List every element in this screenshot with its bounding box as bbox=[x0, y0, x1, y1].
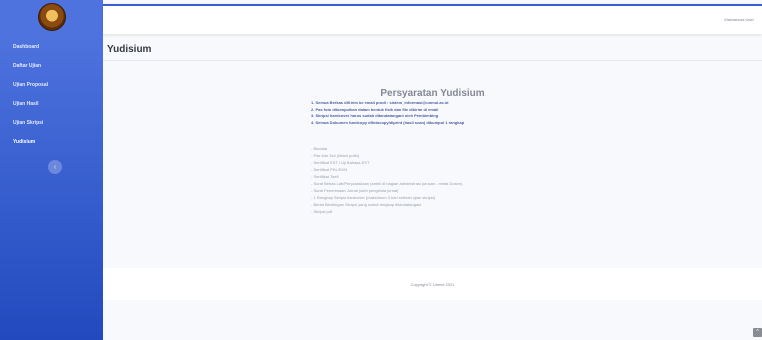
chevron-left-icon: ‹ bbox=[53, 163, 57, 171]
sidebar-toggle-button[interactable]: ‹ bbox=[48, 160, 62, 174]
copyright-text: Copyright © Unmul 2021 bbox=[410, 282, 455, 287]
sidebar-item-dashboard[interactable]: Dashboard bbox=[0, 38, 103, 57]
scroll-to-top-button[interactable]: ^ bbox=[753, 328, 762, 337]
title-divider bbox=[103, 60, 762, 61]
document-item: - Berita Bimbingan Skripsi yang sudah le… bbox=[311, 202, 422, 207]
university-logo bbox=[37, 3, 66, 31]
footer: Copyright © Unmul 2021 bbox=[103, 268, 762, 300]
sidebar-item-ujian-hasil[interactable]: Ujian Hasil bbox=[0, 95, 103, 114]
document-item: - Surat Penerimaan Jurnal (oleh pengelol… bbox=[311, 188, 399, 193]
sidebar-item-daftar-ujian[interactable]: Daftar Ujian bbox=[0, 57, 103, 76]
document-item: - Sertifikat EST / Uji Bahasa EST bbox=[311, 160, 370, 165]
sidebar-brand[interactable] bbox=[0, 0, 103, 34]
document-item: - Surat Bebas Lab/Perpustakaan (ambil di… bbox=[311, 181, 463, 186]
sidebar-item-yudisium[interactable]: Yudisium bbox=[0, 133, 103, 152]
rule-item: 4. Semua Dokumen hardcopy difotocopy/dip… bbox=[311, 119, 465, 125]
sidebar-item-ujian-proposal[interactable]: Ujian Proposal bbox=[0, 76, 103, 95]
document-item: - 1 Rangkap Skripsi hardcover (maksimum … bbox=[311, 195, 436, 200]
sidebar: Dashboard Daftar Ujian Ujian Proposal Uj… bbox=[0, 0, 103, 340]
document-item: - Skripsi pdf bbox=[311, 209, 333, 214]
user-dropdown[interactable]: Mahasiswa User bbox=[724, 17, 754, 22]
sidebar-nav: Dashboard Daftar Ujian Ujian Proposal Uj… bbox=[0, 38, 103, 152]
document-item: - Pas foto 3x4 (hitam putih) bbox=[311, 153, 360, 158]
document-item: - Sertifikat Toefl bbox=[311, 174, 339, 179]
required-documents-list: - Biodata - Pas foto 3x4 (hitam putih) -… bbox=[311, 145, 462, 215]
sidebar-item-ujian-skripsi[interactable]: Ujian Skripsi bbox=[0, 114, 103, 133]
document-item: - Biodata bbox=[311, 146, 328, 151]
requirements-rules-list: 1. Semua Berkas diKirim ke email prodi :… bbox=[311, 100, 464, 126]
requirements-card: Persyaratan Yudisium 1. Semua Berkas diK… bbox=[103, 70, 762, 265]
topbar: Mahasiswa User bbox=[103, 4, 762, 34]
document-item: - Sertifikat PKL/KKN bbox=[311, 167, 348, 172]
chevron-up-icon: ^ bbox=[756, 329, 759, 335]
page-title: Yudisium bbox=[107, 44, 152, 55]
requirements-heading: Persyaratan Yudisium bbox=[380, 88, 485, 99]
rule-item: 1. Semua Berkas diKirim ke email prodi :… bbox=[311, 100, 449, 105]
